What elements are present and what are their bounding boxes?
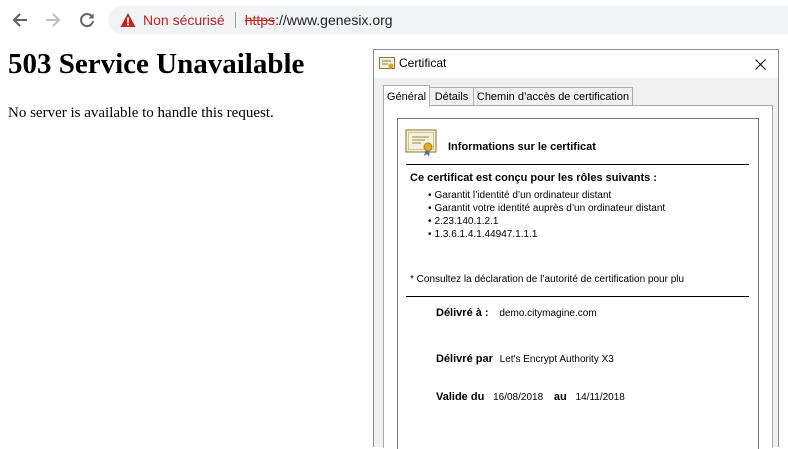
browser-toolbar: Non sécurisé https ://www.genesix.org	[0, 0, 788, 38]
url-scheme: https	[244, 12, 276, 28]
validity-row: Valide du 16/08/2018 au 14/11/2018	[436, 391, 625, 403]
valid-to-value: 14/11/2018	[575, 392, 625, 403]
divider	[406, 164, 749, 165]
list-item: 2.23.140.1.2.1	[428, 215, 665, 228]
certificate-large-icon	[405, 129, 437, 157]
arrow-left-icon	[12, 13, 27, 27]
address-bar[interactable]: Non sécurisé https ://www.genesix.org	[108, 6, 788, 34]
page-title: 503 Service Unavailable	[8, 48, 305, 80]
url-host: ://www.genesix.org	[275, 12, 393, 28]
tab-details[interactable]: Détails	[429, 87, 474, 105]
list-item: Garantit votre identité auprès d’un ordi…	[428, 202, 666, 215]
warning-icon[interactable]	[120, 12, 136, 28]
dialog-title: Certificat	[399, 56, 447, 70]
reload-icon	[80, 13, 94, 28]
tab-general[interactable]: Général	[383, 85, 430, 107]
info-title: Informations sur le certificat	[448, 141, 596, 153]
reload-button[interactable]	[76, 9, 98, 31]
divider	[406, 296, 749, 297]
certificate-dialog: Certificat Général Détails Chemin d’accè…	[373, 49, 779, 449]
dialog-titlebar[interactable]: Certificat	[374, 50, 778, 78]
omnibox-divider	[234, 12, 236, 28]
roles-list: Garantit l’identité d’un ordinateur dist…	[428, 189, 666, 241]
issuer-statement-note: * Consultez la déclaration de l’autorité…	[410, 274, 685, 285]
forward-button[interactable]	[42, 9, 64, 31]
issued-to-value: demo.citymagine.com	[499, 308, 597, 319]
back-button[interactable]	[9, 9, 31, 31]
certificate-icon	[379, 57, 395, 69]
issued-by-value: Let's Encrypt Authority X3	[499, 354, 614, 365]
valid-to-label: au	[553, 391, 567, 403]
issued-to-row: Délivré à : demo.citymagine.com	[436, 307, 597, 319]
tab-certification-path[interactable]: Chemin d’accès de certification	[473, 87, 633, 105]
close-button[interactable]	[747, 53, 773, 75]
close-icon	[754, 58, 766, 70]
certificate-info-box: Informations sur le certificat Ce certif…	[397, 118, 759, 449]
issued-by-label: Délivré par	[436, 353, 493, 365]
valid-from-value: 16/08/2018	[493, 392, 544, 403]
list-item: 1.3.6.1.4.1.44947.1.1.1	[428, 228, 665, 241]
arrow-right-icon	[46, 13, 61, 27]
security-status-label[interactable]: Non sécurisé	[143, 12, 225, 28]
error-message: No server is available to handle this re…	[8, 105, 274, 121]
list-item: Garantit l’identité d’un ordinateur dist…	[428, 189, 665, 202]
valid-from-label: Valide du	[436, 391, 485, 403]
general-tab-panel: Informations sur le certificat Ce certif…	[383, 105, 773, 449]
issued-to-label: Délivré à :	[436, 307, 489, 319]
roles-title: Ce certificat est conçu pour les rôles s…	[410, 172, 657, 184]
issued-by-row: Délivré par Let's Encrypt Authority X3	[436, 353, 614, 365]
